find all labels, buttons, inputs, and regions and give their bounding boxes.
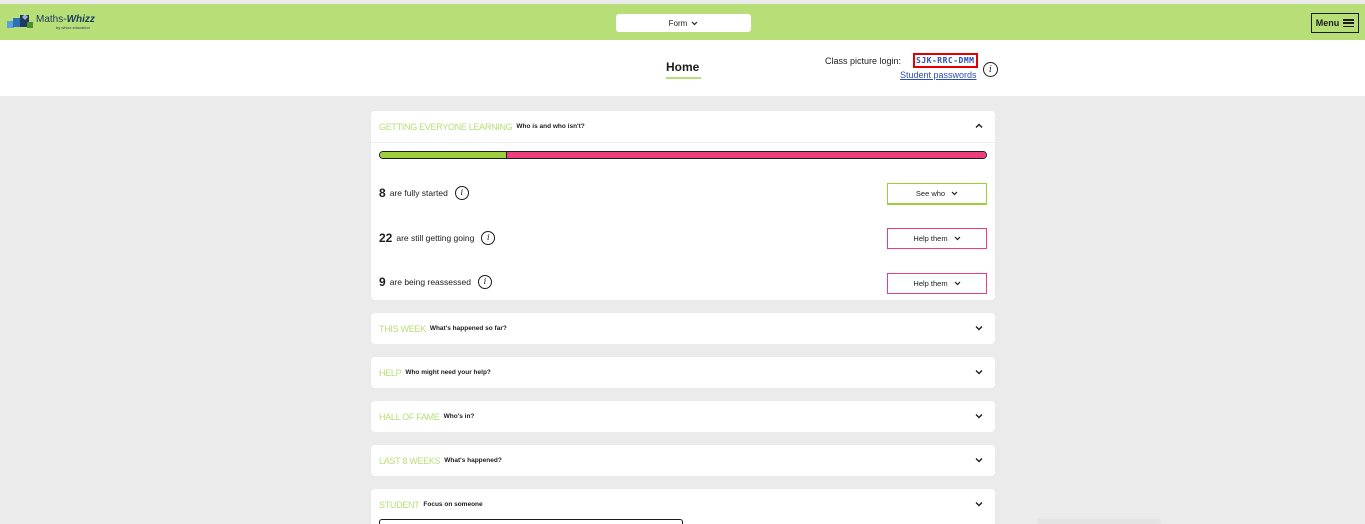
chevron-up-icon[interactable]: [974, 121, 984, 131]
section-subtitle: Focus on someone: [423, 501, 483, 508]
top-bar: Maths-Whizz by whizz education Form Menu: [0, 4, 1365, 40]
info-icon[interactable]: i: [477, 275, 492, 289]
progress-fully-started: [380, 152, 508, 158]
help-them-label: Help them: [913, 279, 948, 288]
class-login-label: Class picture login:: [825, 56, 902, 66]
logo-bold-text: Whizz: [66, 13, 95, 25]
page-header: Home Class picture login: SJK-RRC-DMM St…: [0, 40, 1365, 96]
help-them-reassessed-button[interactable]: Help them: [887, 273, 987, 294]
hamburger-icon: [1343, 19, 1355, 27]
info-icon[interactable]: i: [481, 231, 496, 245]
last-8-weeks-header[interactable]: LAST 8 WEEKS What's happened?: [371, 445, 995, 476]
last-8-weeks-card[interactable]: LAST 8 WEEKS What's happened?: [371, 445, 995, 476]
chevron-down-icon: [951, 191, 958, 196]
stat-label: are still getting going: [396, 233, 475, 243]
class-select-value: Form: [668, 18, 688, 28]
section-title: HELP: [379, 367, 402, 378]
see-who-label: See who: [915, 189, 946, 198]
hall-of-fame-header[interactable]: HALL OF FAME Who's in?: [371, 401, 995, 432]
help-card[interactable]: HELP Who might need your help?: [371, 357, 995, 388]
chevron-down-icon[interactable]: [974, 499, 984, 509]
progress-getting-going: [507, 152, 986, 158]
chevron-down-icon[interactable]: [974, 455, 984, 465]
stat-label: are being reassessed: [389, 277, 471, 287]
maths-whizz-logo-icon: [7, 14, 33, 28]
learning-progress-bar: [379, 151, 987, 159]
class-login-code[interactable]: SJK-RRC-DMM: [913, 53, 978, 68]
help-header[interactable]: HELP Who might need your help?: [371, 357, 995, 388]
chevron-down-icon: [954, 281, 961, 286]
logo-wordmark: Maths-Whizz by whizz education: [36, 13, 95, 30]
stat-row-getting-going: 22 are still getting going i: [379, 230, 496, 246]
menu-button[interactable]: Menu: [1311, 13, 1359, 33]
tab-home[interactable]: Home: [666, 60, 699, 74]
student-passwords-link[interactable]: Student passwords: [900, 70, 977, 80]
logo-subtitle: by whizz education: [56, 24, 90, 30]
help-them-label: Help them: [913, 234, 948, 243]
stat-count: 8: [379, 186, 386, 200]
menu-label: Menu: [1315, 18, 1340, 28]
section-title: STUDENT: [379, 499, 420, 510]
section-subtitle: Who's in?: [443, 413, 475, 420]
stat-count: 9: [379, 275, 386, 289]
hall-of-fame-card[interactable]: HALL OF FAME Who's in?: [371, 401, 995, 432]
chevron-down-icon: [954, 236, 961, 241]
section-subtitle: What's happened so far?: [429, 325, 507, 332]
stat-row-reassessed: 9 are being reassessed i: [379, 274, 492, 290]
getting-everyone-learning-header[interactable]: GETTING EVERYONE LEARNING Who is and who…: [371, 111, 995, 142]
see-who-button[interactable]: See who: [887, 183, 987, 204]
section-subtitle: Who is and who isn't?: [516, 123, 585, 130]
section-subtitle: What's happened?: [444, 457, 502, 464]
stat-row-fully-started: 8 are fully started i: [379, 185, 469, 201]
divider: [371, 142, 995, 143]
maths-whizz-logo[interactable]: Maths-Whizz by whizz education: [7, 13, 95, 31]
chevron-down-icon[interactable]: [974, 323, 984, 333]
section-title: THIS WEEK: [379, 323, 426, 334]
chevron-down-icon[interactable]: [974, 411, 984, 421]
info-icon[interactable]: i: [983, 62, 998, 77]
help-them-button[interactable]: Help them: [887, 228, 987, 249]
student-card[interactable]: STUDENT Focus on someone: [371, 489, 995, 524]
section-title: HALL OF FAME: [379, 411, 440, 422]
stat-count: 22: [379, 231, 393, 245]
getting-everyone-learning-card: GETTING EVERYONE LEARNING Who is and who…: [371, 111, 995, 300]
stat-label: are fully started: [389, 188, 448, 198]
tab-home-underline: [666, 77, 701, 79]
student-header[interactable]: STUDENT Focus on someone: [371, 489, 995, 520]
section-title: GETTING EVERYONE LEARNING: [379, 121, 513, 132]
student-search-input[interactable]: [379, 519, 683, 524]
chevron-down-icon[interactable]: [974, 367, 984, 377]
floating-panel-edge: [1037, 519, 1161, 524]
this-week-card[interactable]: THIS WEEK What's happened so far?: [371, 313, 995, 344]
section-subtitle: Who might need your help?: [405, 369, 491, 376]
section-title: LAST 8 WEEKS: [379, 455, 441, 466]
logo-main-text: Maths-: [36, 13, 67, 25]
chevron-down-icon: [691, 21, 698, 25]
info-icon[interactable]: i: [454, 186, 469, 200]
this-week-header[interactable]: THIS WEEK What's happened so far?: [371, 313, 995, 344]
class-select[interactable]: Form: [616, 14, 751, 32]
